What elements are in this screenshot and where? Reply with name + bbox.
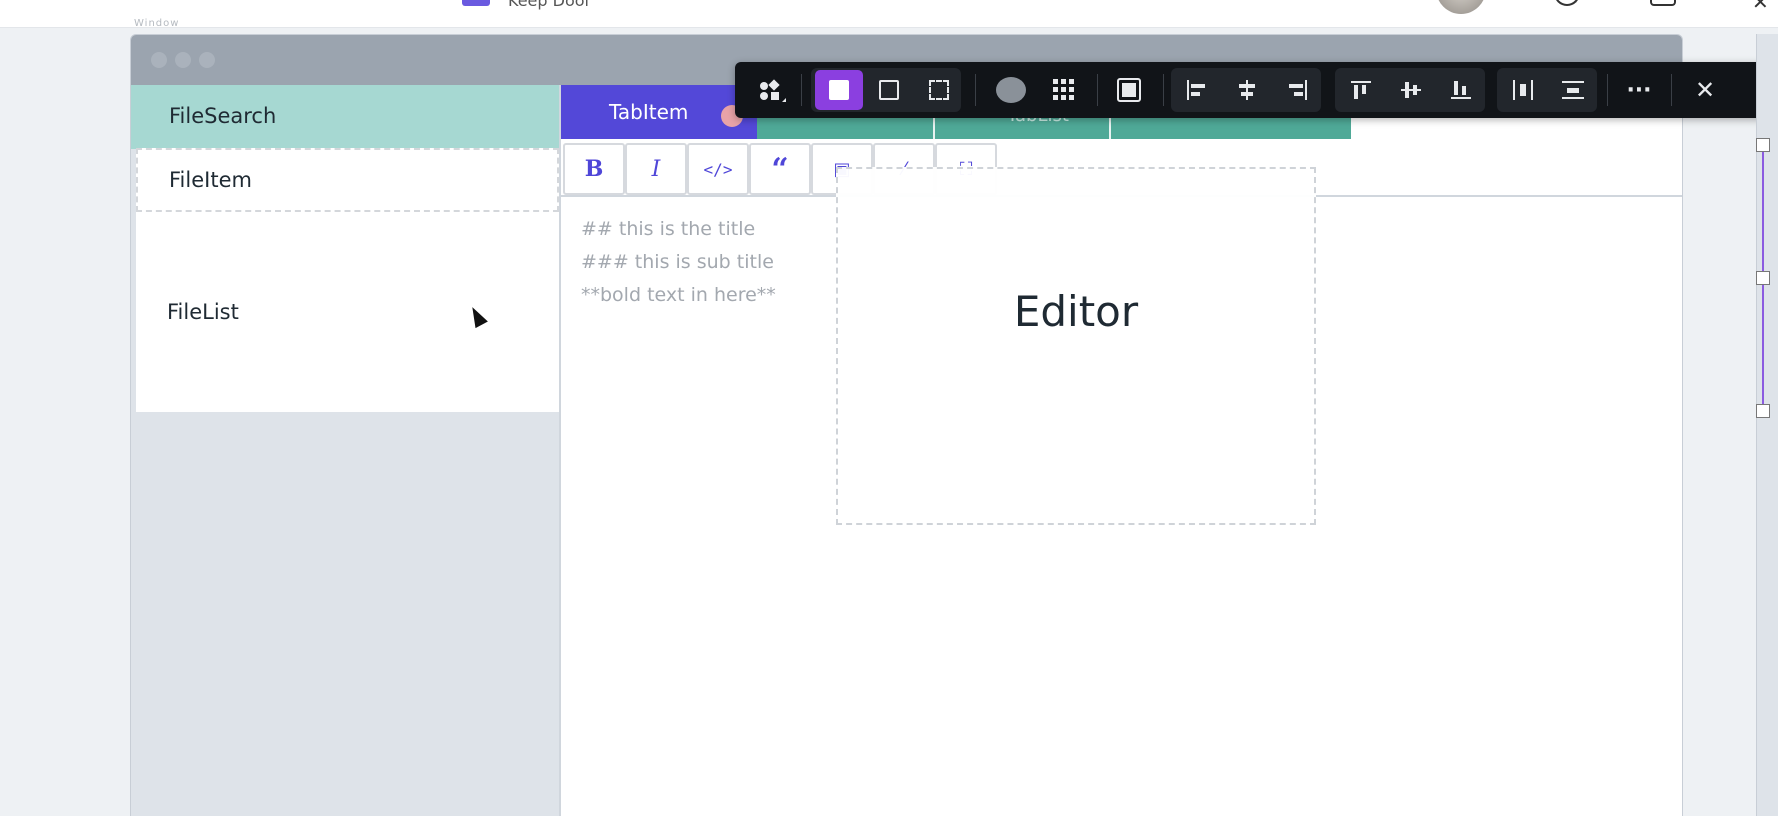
editor-label: Editor xyxy=(1013,287,1139,336)
distribute-vertical-icon[interactable] xyxy=(1551,70,1595,110)
toolbar-divider xyxy=(801,74,802,106)
app-bar: Window Keep Dool ✕ xyxy=(0,0,1778,29)
file-list-block[interactable]: FileList xyxy=(136,212,559,412)
close-icon[interactable]: ✕ xyxy=(1752,0,1778,14)
component-insert-icon[interactable] xyxy=(751,70,791,110)
comment-icon[interactable] xyxy=(1650,0,1676,6)
toolbar-divider xyxy=(1163,74,1164,106)
resize-handle[interactable] xyxy=(1756,271,1770,285)
resize-handle[interactable] xyxy=(1756,138,1770,152)
align-center-icon[interactable] xyxy=(1225,70,1269,110)
file-search-label: FileSearch xyxy=(169,104,277,128)
resize-handle[interactable] xyxy=(1756,404,1770,418)
toolbar-divider xyxy=(1607,74,1608,106)
window-dot-icon xyxy=(151,52,167,68)
layout-icon[interactable] xyxy=(1105,70,1153,110)
file-list-label: FileList xyxy=(167,300,239,324)
align-right-icon[interactable] xyxy=(1275,70,1319,110)
floating-toolbar: ··· ✕ xyxy=(735,62,1778,118)
file-search-block[interactable]: FileSearch xyxy=(131,85,559,149)
file-item-block[interactable]: FileItem xyxy=(136,148,559,212)
toolbar-divider xyxy=(1097,74,1098,106)
italic-icon[interactable]: I xyxy=(625,143,687,195)
editor-block[interactable]: Editor xyxy=(836,167,1316,525)
window-label: Window xyxy=(134,18,180,29)
toolbar-divider xyxy=(975,74,976,106)
distribute-horizontal-icon[interactable] xyxy=(1501,70,1545,110)
code-icon[interactable]: </> xyxy=(687,143,749,195)
tab-item[interactable]: TabItem xyxy=(561,85,757,139)
quote-icon[interactable]: “ xyxy=(749,143,811,195)
align-bottom-icon[interactable] xyxy=(1439,70,1483,110)
window-dot-icon xyxy=(175,52,191,68)
markdown-line: ### this is sub title xyxy=(581,251,774,273)
dashed-select-icon[interactable] xyxy=(915,70,963,110)
markdown-line: ## this is the title xyxy=(581,218,756,240)
more-icon[interactable]: ··· xyxy=(1617,70,1661,110)
file-item-label: FileItem xyxy=(169,168,252,192)
tab-item-label: TabItem xyxy=(609,100,689,124)
toolbar-divider xyxy=(1671,74,1672,106)
grid-icon[interactable] xyxy=(1040,70,1088,110)
document-title[interactable]: Keep Dool xyxy=(508,0,589,10)
search-icon[interactable] xyxy=(1554,0,1580,6)
markdown-text[interactable]: ## this is the title ### this is sub tit… xyxy=(581,213,776,312)
close-icon[interactable]: ✕ xyxy=(1685,70,1725,110)
shape-color-icon[interactable] xyxy=(987,70,1035,110)
fill-solid-icon[interactable] xyxy=(815,70,863,110)
align-left-icon[interactable] xyxy=(1175,70,1219,110)
avatar[interactable] xyxy=(1436,0,1486,14)
document-icon xyxy=(462,0,490,6)
align-middle-icon[interactable] xyxy=(1389,70,1433,110)
stroke-icon[interactable] xyxy=(865,70,913,110)
window-dot-icon xyxy=(199,52,215,68)
bold-icon[interactable]: B xyxy=(563,143,625,195)
align-top-icon[interactable] xyxy=(1339,70,1383,110)
markdown-line: **bold text in here** xyxy=(581,284,776,306)
